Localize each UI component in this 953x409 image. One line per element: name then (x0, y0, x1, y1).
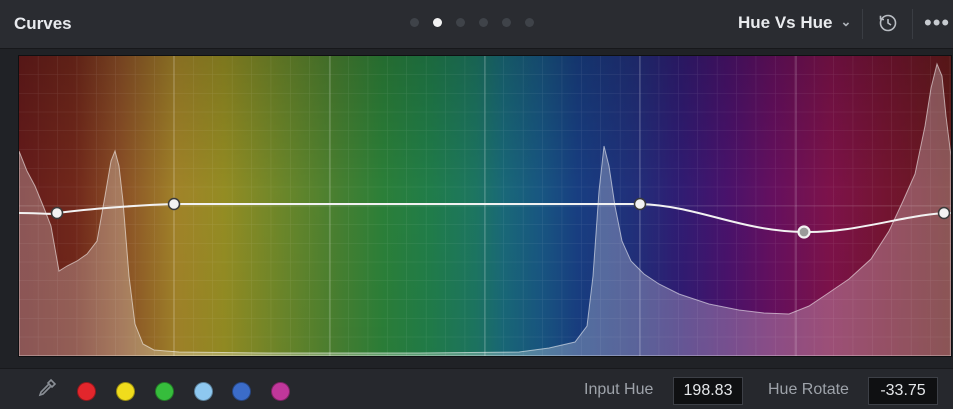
curve-overlay (19, 56, 951, 356)
eyedropper-icon[interactable] (36, 377, 58, 399)
control-point-selected[interactable] (797, 225, 811, 239)
swatch-blue[interactable] (232, 382, 251, 401)
more-options-icon[interactable]: ••• (924, 10, 950, 36)
swatch-yellow[interactable] (116, 382, 135, 401)
swatch-green[interactable] (155, 382, 174, 401)
swatch-magenta[interactable] (271, 382, 290, 401)
header-divider (912, 9, 913, 39)
curve-graph[interactable] (18, 55, 952, 357)
control-point[interactable] (167, 197, 181, 211)
header-divider (862, 9, 863, 39)
page-dot[interactable] (525, 18, 534, 27)
panel-header: Curves Hue Vs Hue ⌄ ••• (0, 0, 953, 49)
control-point[interactable] (50, 206, 64, 220)
hue-rotate-field[interactable]: -33.75 (868, 377, 938, 405)
input-hue-label: Input Hue (584, 381, 654, 398)
curves-panel: Curves Hue Vs Hue ⌄ ••• Input Hue 198.83… (0, 0, 953, 409)
control-point[interactable] (633, 197, 647, 211)
page-dot[interactable] (456, 18, 465, 27)
page-indicator (410, 18, 534, 27)
page-dot[interactable] (479, 18, 488, 27)
page-dot-active[interactable] (433, 18, 442, 27)
curve-mode-dropdown[interactable]: Hue Vs Hue ⌄ (738, 13, 851, 33)
page-dot[interactable] (502, 18, 511, 27)
input-hue-field[interactable]: 198.83 (673, 377, 743, 405)
hue-rotate-label: Hue Rotate (768, 381, 849, 398)
panel-title: Curves (14, 14, 72, 33)
control-point[interactable] (937, 206, 951, 220)
page-dot[interactable] (410, 18, 419, 27)
reset-icon[interactable] (876, 11, 900, 35)
curves-footer: Input Hue 198.83 Hue Rotate -33.75 (0, 368, 953, 409)
chevron-down-icon: ⌄ (840, 14, 852, 29)
curve-mode-label: Hue Vs Hue (738, 13, 833, 32)
swatch-cyan[interactable] (194, 382, 213, 401)
swatch-red[interactable] (77, 382, 96, 401)
